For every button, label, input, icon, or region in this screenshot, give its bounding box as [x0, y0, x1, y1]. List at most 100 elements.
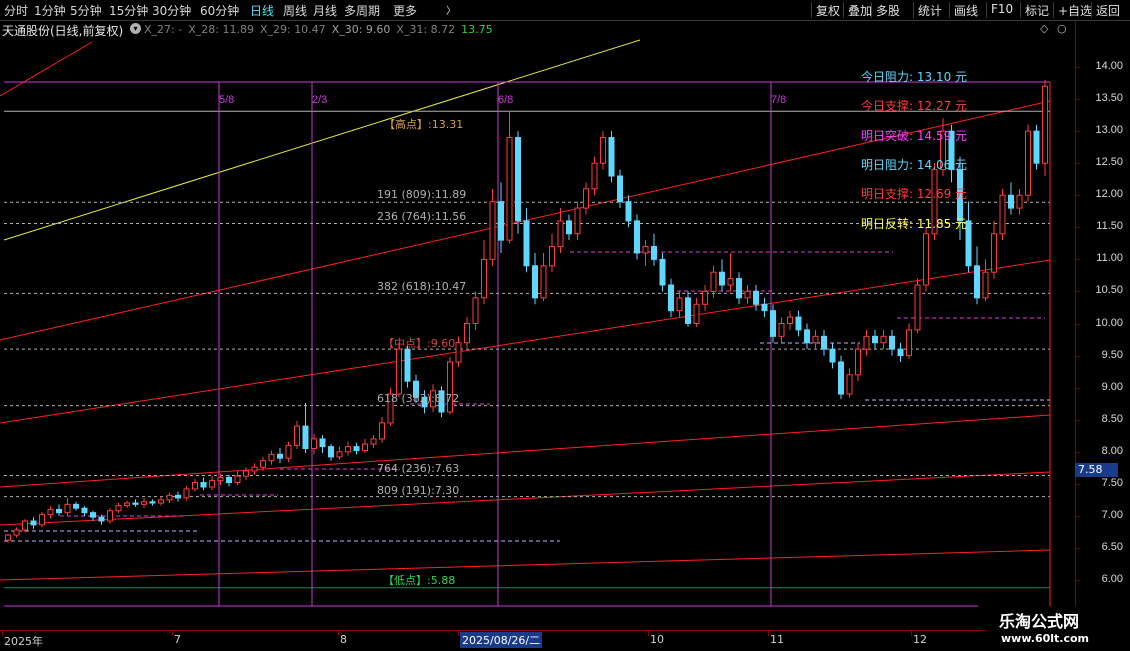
candle[interactable]: [549, 233, 555, 273]
candle[interactable]: [566, 214, 572, 241]
candle[interactable]: [821, 329, 827, 356]
candle[interactable]: [982, 259, 989, 302]
candle[interactable]: [506, 111, 513, 244]
candle[interactable]: [515, 131, 521, 234]
candle[interactable]: [379, 417, 385, 443]
candle[interactable]: [1016, 188, 1023, 215]
candle[interactable]: [540, 252, 547, 302]
candle[interactable]: [64, 497, 71, 516]
candle[interactable]: [702, 285, 708, 311]
toolbar-button-8[interactable]: 返回: [1096, 2, 1120, 19]
candle[interactable]: [56, 504, 62, 516]
toolbar-button-7[interactable]: +自选: [1058, 2, 1092, 19]
candle[interactable]: [277, 447, 283, 464]
candle[interactable]: [124, 500, 130, 509]
candle[interactable]: [175, 491, 181, 502]
candle[interactable]: [498, 182, 504, 253]
period-tab-4[interactable]: 30分钟: [152, 2, 191, 19]
candle[interactable]: [132, 499, 139, 507]
candle[interactable]: [268, 450, 275, 465]
candle[interactable]: [693, 297, 700, 327]
title-dropdown-icon[interactable]: ▾: [130, 23, 141, 34]
candle[interactable]: [999, 188, 1006, 241]
candle[interactable]: [73, 501, 79, 511]
candle[interactable]: [812, 329, 819, 350]
candle[interactable]: [396, 342, 402, 398]
candle[interactable]: [574, 201, 581, 241]
candle[interactable]: [778, 317, 785, 343]
candle[interactable]: [285, 441, 292, 463]
candle[interactable]: [532, 252, 538, 305]
candle[interactable]: [659, 252, 666, 292]
kline-chart-area[interactable]: 5/8 2/3 6/8 7/8 【高点】:13.31 191 (809):11.89 236…: [0, 38, 1075, 630]
candle[interactable]: [234, 470, 241, 486]
candle[interactable]: [651, 233, 657, 266]
candle[interactable]: [464, 317, 470, 348]
candle[interactable]: [107, 508, 113, 524]
candle[interactable]: [965, 201, 972, 273]
period-tab-10[interactable]: 更多: [393, 2, 417, 19]
candle[interactable]: [804, 323, 810, 350]
candle[interactable]: [872, 329, 878, 350]
candle[interactable]: [855, 342, 861, 382]
candle[interactable]: [115, 503, 122, 514]
period-tab-7[interactable]: 周线: [283, 2, 307, 19]
period-tab-2[interactable]: 5分钟: [70, 2, 102, 19]
candle[interactable]: [557, 208, 564, 253]
candle[interactable]: [676, 291, 683, 318]
stock-title[interactable]: 天通股份(日线,前复权): [2, 22, 123, 39]
candle[interactable]: [914, 278, 921, 334]
candle[interactable]: [795, 310, 802, 337]
candle[interactable]: [710, 265, 717, 298]
candle[interactable]: [447, 356, 453, 415]
candle[interactable]: [209, 476, 215, 491]
period-tab-9[interactable]: 多周期: [344, 2, 380, 19]
toolbar-button-1[interactable]: 叠加: [848, 2, 872, 19]
candle[interactable]: [166, 492, 173, 504]
candle[interactable]: [1042, 79, 1048, 177]
date-axis[interactable]: 2025年 7 8 2025/08/26/二 10 11 12: [0, 630, 1075, 651]
candle[interactable]: [974, 246, 980, 305]
candle[interactable]: [345, 441, 351, 456]
candle[interactable]: [481, 240, 487, 305]
price-axis[interactable]: 14.00 13.50 13.00 12.50 12.00 11.50 11.00 10.50…: [1075, 20, 1130, 630]
more-arrow-icon[interactable]: 〉: [446, 2, 456, 17]
settings-circle-icon[interactable]: ○: [1057, 22, 1067, 35]
period-tab-3[interactable]: 15分钟: [109, 2, 148, 19]
toolbar-button-5[interactable]: F10: [991, 2, 1013, 16]
candle[interactable]: [251, 463, 258, 475]
candle[interactable]: [591, 156, 598, 196]
candle[interactable]: [158, 496, 164, 506]
candle[interactable]: [889, 329, 895, 356]
toolbar-button-3[interactable]: 统计: [918, 2, 942, 19]
candle[interactable]: [455, 336, 462, 368]
candle[interactable]: [353, 442, 360, 455]
candle[interactable]: [838, 355, 844, 400]
candle[interactable]: [30, 517, 37, 529]
period-tab-6[interactable]: 日线: [250, 2, 274, 19]
candle[interactable]: [863, 329, 870, 356]
candle[interactable]: [761, 297, 768, 318]
period-tab-5[interactable]: 60分钟: [200, 2, 239, 19]
candle[interactable]: [991, 220, 997, 279]
candle[interactable]: [727, 252, 734, 292]
candle[interactable]: [243, 467, 249, 480]
candle[interactable]: [1008, 182, 1014, 215]
candle[interactable]: [719, 259, 725, 292]
candle[interactable]: [625, 195, 632, 228]
period-tab-0[interactable]: 分时: [4, 2, 28, 19]
candle[interactable]: [319, 435, 326, 454]
candle[interactable]: [183, 486, 190, 501]
candle[interactable]: [1033, 124, 1040, 170]
candle[interactable]: [472, 291, 479, 330]
candle[interactable]: [328, 444, 334, 461]
candle[interactable]: [829, 342, 836, 369]
candle[interactable]: [81, 506, 88, 516]
candle[interactable]: [608, 131, 615, 183]
candle[interactable]: [906, 323, 912, 359]
candle[interactable]: [370, 435, 377, 448]
candle[interactable]: [753, 285, 759, 311]
candle[interactable]: [149, 499, 156, 506]
candle[interactable]: [600, 131, 606, 170]
candle[interactable]: [897, 342, 904, 362]
